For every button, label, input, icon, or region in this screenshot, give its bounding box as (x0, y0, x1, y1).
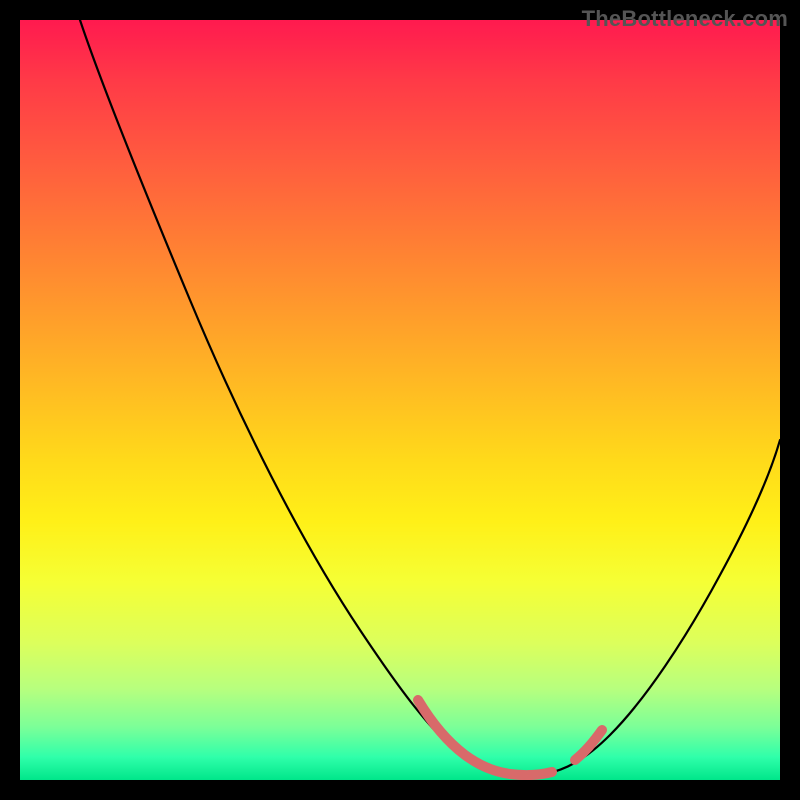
chart-frame: TheBottleneck.com (0, 0, 800, 800)
heat-gradient-bg (20, 20, 780, 780)
watermark-text: TheBottleneck.com (582, 6, 788, 32)
plot-area (20, 20, 780, 780)
